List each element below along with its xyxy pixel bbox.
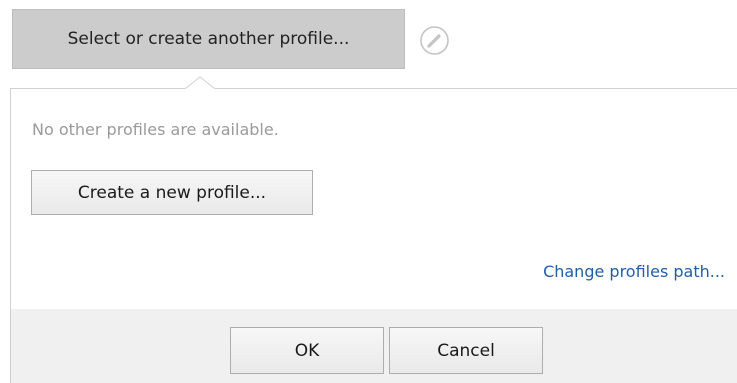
pencil-icon[interactable]: [419, 25, 450, 56]
cancel-button[interactable]: Cancel: [389, 327, 543, 374]
ok-button[interactable]: OK: [230, 327, 384, 374]
empty-profiles-message: No other profiles are available.: [32, 120, 279, 139]
create-profile-button[interactable]: Create a new profile...: [31, 170, 313, 215]
popup-caret: [185, 76, 215, 90]
change-profiles-path-link[interactable]: Change profiles path...: [543, 262, 725, 281]
profile-dialog: Select or create another profile... No o…: [0, 0, 737, 383]
select-profile-button[interactable]: Select or create another profile...: [12, 9, 405, 69]
